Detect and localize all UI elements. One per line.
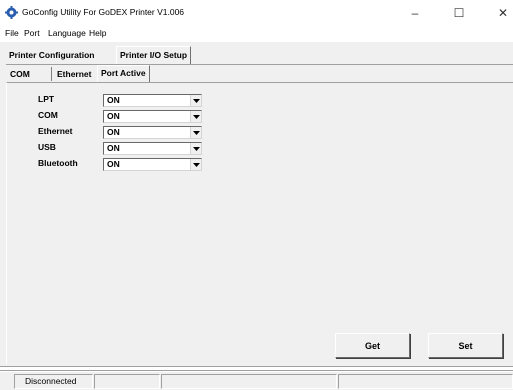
- lpt-value: ON: [107, 95, 120, 105]
- status-cell-4: [338, 374, 513, 389]
- tab-ethernet[interactable]: Ethernet: [54, 67, 94, 82]
- menu-file[interactable]: File: [5, 28, 19, 38]
- port-active-panel: [6, 82, 513, 364]
- tab-com[interactable]: COM: [7, 67, 33, 82]
- maximize-icon: ☐: [453, 6, 465, 20]
- divider-dark-2: [0, 370, 513, 371]
- chevron-down-icon[interactable]: [190, 159, 201, 170]
- status-cell-2: [94, 374, 160, 389]
- usb-value: ON: [107, 143, 120, 153]
- menu-help[interactable]: Help: [89, 28, 106, 38]
- tab-separator: [51, 67, 52, 81]
- status-bar: Disconnected: [0, 372, 513, 390]
- chevron-down-icon[interactable]: [190, 127, 201, 138]
- tab-strip-border: [6, 64, 513, 65]
- com-value: ON: [107, 111, 120, 121]
- close-icon: ✕: [497, 6, 509, 20]
- tab-printer-io-setup[interactable]: Printer I/O Setup: [116, 46, 192, 64]
- minimize-button[interactable]: –: [400, 4, 430, 22]
- ethernet-select[interactable]: ON: [103, 126, 202, 139]
- chevron-down-icon[interactable]: [190, 143, 201, 154]
- label-bluetooth: Bluetooth: [38, 158, 78, 168]
- status-connection: Disconnected: [14, 374, 93, 389]
- get-button[interactable]: Get: [335, 333, 410, 358]
- label-usb: USB: [38, 142, 56, 152]
- lpt-select[interactable]: ON: [103, 94, 202, 107]
- label-com: COM: [38, 110, 58, 120]
- label-ethernet: Ethernet: [38, 126, 73, 136]
- title-bar: GoConfig Utility For GoDEX Printer V1.00…: [0, 0, 513, 26]
- label-lpt: LPT: [38, 94, 55, 104]
- set-button[interactable]: Set: [428, 333, 503, 358]
- ethernet-value: ON: [107, 127, 120, 137]
- chevron-down-icon[interactable]: [190, 95, 201, 106]
- menu-language[interactable]: Language: [48, 28, 86, 38]
- minimize-icon: –: [411, 6, 419, 20]
- set-button-label: Set: [458, 340, 473, 351]
- maximize-button[interactable]: ☐: [444, 4, 474, 22]
- close-button[interactable]: ✕: [488, 4, 513, 22]
- bluetooth-select[interactable]: ON: [103, 158, 202, 171]
- com-select[interactable]: ON: [103, 110, 202, 123]
- tab-printer-configuration[interactable]: Printer Configuration: [6, 48, 97, 63]
- chevron-down-icon[interactable]: [190, 111, 201, 122]
- menu-port[interactable]: Port: [24, 28, 40, 38]
- window-title: GoConfig Utility For GoDEX Printer V1.00…: [22, 7, 185, 17]
- menu-bar: File Port Language Help: [0, 26, 513, 42]
- status-cell-3: [161, 374, 337, 389]
- usb-select[interactable]: ON: [103, 142, 202, 155]
- gear-icon: [5, 6, 18, 19]
- tab-port-active[interactable]: Port Active: [97, 65, 150, 82]
- bluetooth-value: ON: [107, 159, 120, 169]
- get-button-label: Get: [364, 340, 380, 351]
- divider-light: [0, 367, 513, 368]
